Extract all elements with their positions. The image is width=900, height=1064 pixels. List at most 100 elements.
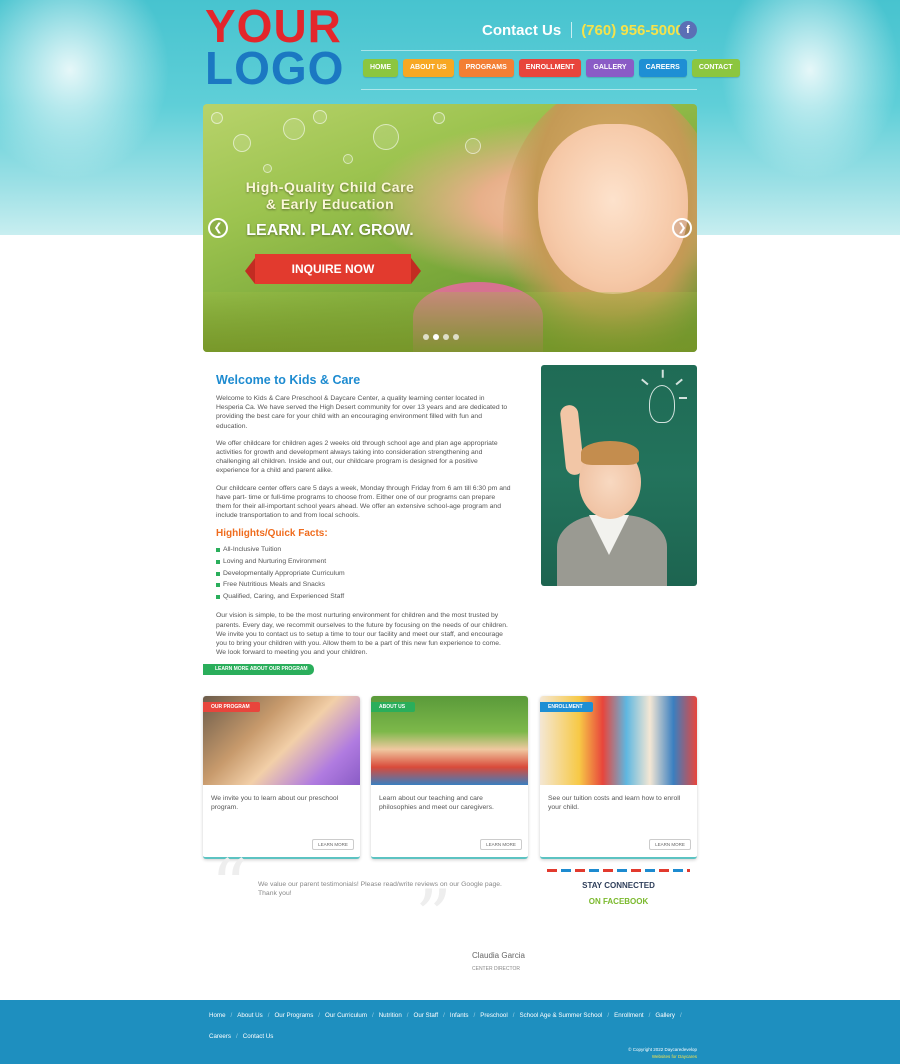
ray bbox=[679, 397, 687, 399]
bubble bbox=[313, 110, 327, 124]
airmail-stripes bbox=[547, 869, 690, 872]
footer-link[interactable]: Infants bbox=[450, 1012, 469, 1019]
bubble bbox=[343, 154, 353, 164]
welcome-paragraph: Our vision is simple, to be the most nur… bbox=[216, 612, 508, 657]
card-text: See our tuition costs and learn how to e… bbox=[548, 795, 681, 811]
footer-link[interactable]: Careers bbox=[209, 1033, 231, 1040]
footer-link[interactable]: Our Staff bbox=[414, 1012, 439, 1019]
learn-more-button[interactable]: LEARN MORE bbox=[312, 839, 354, 850]
card-enrollment[interactable]: ENROLLMENT See our tuition costs and lea… bbox=[540, 696, 697, 859]
footer-link-divider: / bbox=[406, 1012, 409, 1019]
footer-link[interactable]: Our Programs bbox=[274, 1012, 313, 1019]
card-about-us[interactable]: ABOUT US Learn about our teaching and ca… bbox=[371, 696, 528, 859]
bubble bbox=[373, 124, 399, 150]
copyright: © Copyright 2022 Daycaredevelop Websites… bbox=[560, 1046, 697, 1060]
list-item: All-Inclusive Tuition bbox=[216, 544, 512, 556]
card-tag: ABOUT US bbox=[371, 702, 416, 712]
nav-home[interactable]: HOME bbox=[363, 59, 398, 77]
divider bbox=[361, 50, 697, 51]
nav-careers[interactable]: CAREERS bbox=[638, 59, 687, 77]
list-item: Developmentally Appropriate Curriculum bbox=[216, 568, 512, 580]
inquire-now-button[interactable]: INQUIRE NOW bbox=[245, 254, 421, 284]
learn-more-button[interactable]: LEARN MORE bbox=[649, 839, 691, 850]
bubble bbox=[433, 112, 445, 124]
divider bbox=[361, 89, 697, 90]
learn-more-button[interactable]: LEARN MORE bbox=[480, 839, 522, 850]
site-logo[interactable]: YOUR LOGO bbox=[205, 0, 345, 94]
copyright-text: © Copyright 2022 Daycaredevelop bbox=[628, 1047, 697, 1052]
list-item: Free Nutritious Meals and Snacks bbox=[216, 579, 512, 591]
footer-link[interactable]: Gallery bbox=[655, 1012, 675, 1019]
next-slide-icon[interactable]: ❯ bbox=[672, 218, 692, 238]
nav-contact[interactable]: CONTACT bbox=[691, 59, 740, 77]
bubble bbox=[465, 138, 481, 154]
facebook-promo-link[interactable]: STAY CONNECTED ON FACEBOOK bbox=[547, 869, 690, 913]
footer-link[interactable]: Enrollment bbox=[614, 1012, 644, 1019]
welcome-paragraph: We offer childcare for children ages 2 w… bbox=[216, 439, 498, 475]
testimonial-text: We value our parent testimonials! Please… bbox=[258, 881, 502, 897]
hero-motto: LEARN. PLAY. GROW. bbox=[246, 222, 414, 239]
footer-nav: Home / About Us / Our Programs / Our Curriculu… bbox=[209, 1005, 699, 1047]
hero-tagline-line-1: High-Quality Child Care bbox=[245, 179, 415, 195]
footer-link-divider: / bbox=[267, 1012, 270, 1019]
nav-about-us[interactable]: ABOUT US bbox=[403, 59, 454, 77]
logo-line-2: LOGO bbox=[205, 42, 345, 94]
raised-arm bbox=[559, 404, 585, 476]
quote-open-icon: “ bbox=[211, 844, 248, 928]
footer-link[interactable]: Nutrition bbox=[379, 1012, 402, 1019]
contact-bar: Contact Us (760) 956-5000 bbox=[482, 19, 684, 41]
list-item: Qualified, Caring, and Experienced Staff bbox=[216, 591, 512, 603]
card-tag: OUR PROGRAM bbox=[203, 702, 260, 712]
lightbulb-icon bbox=[649, 385, 675, 423]
footer-link-divider: / bbox=[443, 1012, 445, 1019]
stay-connected-label: STAY CONNECTED bbox=[582, 881, 655, 890]
slider-dots bbox=[423, 334, 459, 340]
footer-link-divider: / bbox=[230, 1012, 233, 1019]
hero-photo-face bbox=[538, 124, 688, 294]
bubble bbox=[211, 112, 223, 124]
card-text: Learn about our teaching and care philos… bbox=[379, 795, 494, 811]
hero-tagline-line-2: & Early Education bbox=[265, 196, 395, 212]
highlights-title: Highlights/Quick Facts: bbox=[216, 528, 328, 540]
testimonial-author: Claudia Garcia bbox=[472, 951, 525, 960]
footer-link-divider: / bbox=[512, 1012, 515, 1019]
facebook-icon[interactable]: f bbox=[679, 21, 697, 39]
footer-link-divider: / bbox=[236, 1033, 238, 1040]
welcome-title: Welcome to Kids & Care bbox=[216, 373, 361, 387]
footer-link[interactable]: Our Curriculum bbox=[325, 1012, 367, 1019]
learn-more-program-button[interactable]: LEARN MORE ABOUT OUR PROGRAM bbox=[203, 664, 314, 675]
main-nav: HOME ABOUT US PROGRAMS ENROLLMENT GALLERY CAR… bbox=[363, 59, 740, 77]
footer-link[interactable]: School Age & Summer School bbox=[519, 1012, 602, 1019]
footer-link[interactable]: Home bbox=[209, 1012, 226, 1019]
ray bbox=[675, 378, 683, 385]
cloud bbox=[720, 0, 900, 180]
slide-dot[interactable] bbox=[453, 334, 459, 340]
slide-dot[interactable] bbox=[433, 334, 439, 340]
phone-number[interactable]: (760) 956-5000 bbox=[581, 22, 684, 39]
ray bbox=[641, 378, 649, 385]
nav-programs[interactable]: PROGRAMS bbox=[458, 59, 514, 77]
nav-enrollment[interactable]: ENROLLMENT bbox=[518, 59, 582, 77]
footer-link-divider: / bbox=[607, 1012, 610, 1019]
footer-link-divider: / bbox=[371, 1012, 374, 1019]
logo-line-1: YOUR bbox=[205, 0, 342, 52]
cloud bbox=[0, 0, 170, 180]
contact-link[interactable]: Contact Us bbox=[482, 22, 561, 39]
boy-chalkboard-photo bbox=[541, 365, 697, 586]
prev-slide-icon[interactable]: ❮ bbox=[208, 218, 228, 238]
credit-link[interactable]: Websites for Daycares bbox=[560, 1053, 697, 1060]
welcome-paragraph: Our childcare center offers care 5 days … bbox=[216, 484, 511, 520]
hero-tagline: High-Quality Child Care & Early Educatio… bbox=[203, 179, 457, 213]
card-our-program[interactable]: OUR PROGRAM We invite you to learn about… bbox=[203, 696, 360, 859]
ray bbox=[662, 369, 664, 378]
nav-gallery[interactable]: GALLERY bbox=[586, 59, 634, 77]
slide-dot[interactable] bbox=[443, 334, 449, 340]
slide-dot[interactable] bbox=[423, 334, 429, 340]
welcome-paragraph: Welcome to Kids & Care Preschool & Dayca… bbox=[216, 395, 508, 430]
footer-link-divider: / bbox=[318, 1012, 321, 1019]
footer-link[interactable]: About Us bbox=[237, 1012, 262, 1019]
footer-link[interactable]: Contact Us bbox=[243, 1033, 274, 1040]
card-text: We invite you to learn about our prescho… bbox=[211, 795, 339, 811]
hero-slider: High-Quality Child Care & Early Educatio… bbox=[203, 104, 697, 352]
footer-link[interactable]: Preschool bbox=[480, 1012, 508, 1019]
